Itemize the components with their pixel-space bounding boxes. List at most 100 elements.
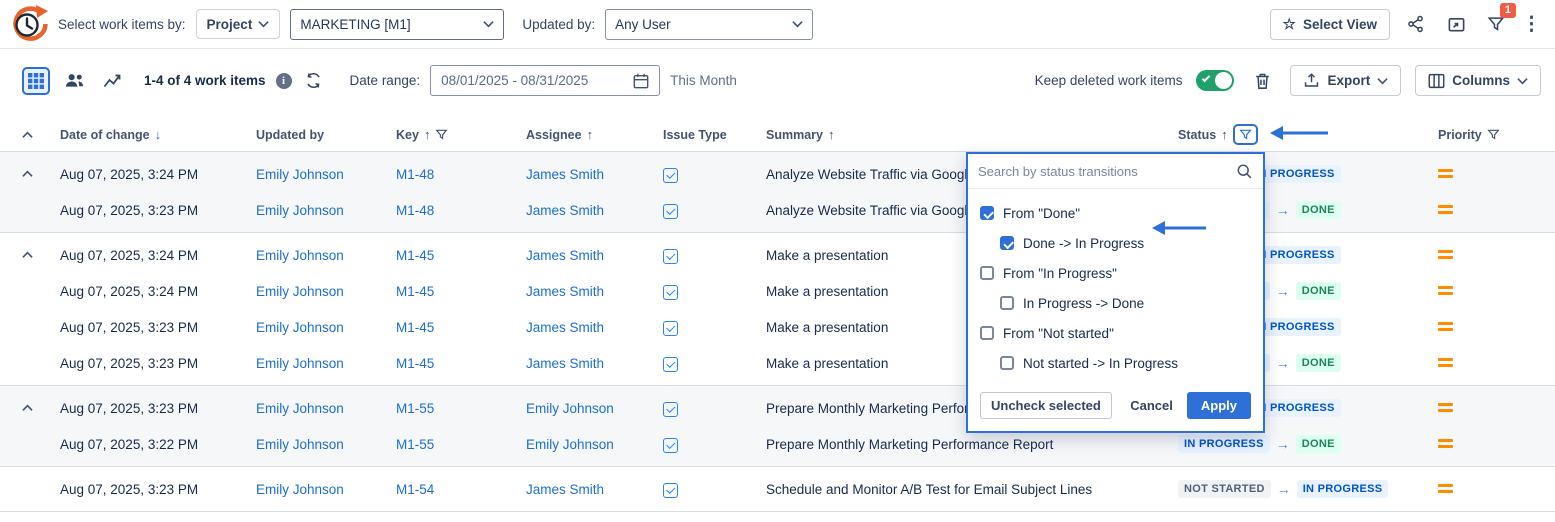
updated-by-link[interactable]: Emily Johnson (256, 167, 396, 182)
work-items-mode-dropdown[interactable]: Project (196, 9, 281, 39)
key-link[interactable]: M1-48 (396, 203, 526, 218)
assignee-link[interactable]: Emily Johnson (526, 437, 663, 452)
assignee-link[interactable]: James Smith (526, 320, 663, 335)
checkbox-icon[interactable] (980, 326, 994, 340)
filter-option-from-inprogress[interactable]: From "In Progress" (980, 258, 1251, 288)
work-item-group: Aug 07, 2025, 3:24 PM Emily Johnson M1-4… (0, 152, 1555, 232)
assignee-link[interactable]: James Smith (526, 284, 663, 299)
sort-asc-icon: ↑ (424, 127, 431, 142)
sort-asc-icon: ↑ (1221, 127, 1228, 142)
column-header-date[interactable]: Date of change ↓ (60, 127, 256, 142)
assignee-link[interactable]: James Smith (526, 203, 663, 218)
filter-option-from-notstarted[interactable]: From "Not started" (980, 318, 1251, 348)
priority-filter-icon[interactable] (1487, 128, 1500, 141)
saved-filters-button[interactable]: 1 (1482, 10, 1510, 38)
sort-asc-icon: ↑ (828, 127, 835, 142)
updated-by-link[interactable]: Emily Johnson (256, 482, 396, 497)
priority-medium-icon (1438, 285, 1453, 296)
select-view-button[interactable]: ☆ Select View (1270, 9, 1391, 40)
assignee-link[interactable]: James Smith (526, 248, 663, 263)
key-link[interactable]: M1-55 (396, 437, 526, 452)
annotation-arrow-status-filter (1268, 125, 1330, 141)
transition-arrow-icon: → (1276, 436, 1290, 452)
issue-type-cell (663, 282, 766, 299)
collapse-all-chevron[interactable] (22, 131, 60, 139)
priority-medium-icon (1438, 402, 1453, 413)
search-icon (1236, 163, 1253, 180)
filter-option-from-done[interactable]: From "Done" (980, 198, 1251, 228)
checkbox-icon[interactable] (1000, 296, 1014, 310)
updated-by-link[interactable]: Emily Johnson (256, 320, 396, 335)
project-select[interactable]: MARKETING [M1] (290, 9, 504, 40)
checkbox-icon[interactable] (980, 206, 994, 220)
status-filter-popup: From "Done" Done -> In Progress From "In… (966, 152, 1265, 433)
date-of-change: Aug 07, 2025, 3:23 PM (60, 482, 256, 497)
search-input[interactable] (978, 164, 1228, 179)
checkbox-icon[interactable] (1000, 236, 1014, 250)
key-link[interactable]: M1-48 (396, 167, 526, 182)
column-header-key[interactable]: Key ↑ (396, 127, 526, 142)
open-report-window-button[interactable] (1442, 10, 1470, 38)
checkbox-icon[interactable] (980, 266, 994, 280)
filter-option-done-to-inprogress[interactable]: Done -> In Progress (980, 228, 1251, 258)
cancel-button[interactable]: Cancel (1130, 398, 1173, 413)
key-link[interactable]: M1-54 (396, 482, 526, 497)
key-link[interactable]: M1-45 (396, 248, 526, 263)
app-logo-icon (8, 4, 48, 44)
column-header-priority[interactable]: Priority (1438, 128, 1555, 142)
assignee-link[interactable]: James Smith (526, 356, 663, 371)
group-collapse-chevron[interactable] (22, 404, 60, 412)
keep-deleted-toggle[interactable] (1196, 70, 1234, 91)
priority-cell (1438, 437, 1555, 452)
key-link[interactable]: M1-45 (396, 320, 526, 335)
filter-option-inprogress-to-done[interactable]: In Progress -> Done (980, 288, 1251, 318)
assignee-link[interactable]: James Smith (526, 482, 663, 497)
updated-by-link[interactable]: Emily Johnson (256, 437, 396, 452)
table-view-button[interactable] (22, 67, 50, 95)
status-filter-icon-active[interactable] (1233, 124, 1258, 145)
refresh-icon[interactable] (302, 67, 326, 95)
apply-button[interactable]: Apply (1187, 392, 1251, 419)
column-header-issue-type[interactable]: Issue Type (663, 128, 766, 142)
updated-by-user-select[interactable]: Any User (605, 9, 813, 40)
checkbox-icon[interactable] (1000, 356, 1014, 370)
task-icon (663, 285, 678, 300)
group-collapse-chevron[interactable] (22, 251, 60, 259)
chart-view-button[interactable] (98, 67, 126, 95)
sort-asc-icon: ↑ (587, 127, 594, 142)
column-header-assignee[interactable]: Assignee ↑ (526, 127, 663, 142)
info-icon[interactable]: i (276, 73, 292, 89)
issue-type-cell (663, 246, 766, 263)
sort-desc-icon: ↓ (155, 127, 162, 142)
column-header-updated-by[interactable]: Updated by (256, 128, 396, 142)
priority-cell (1438, 482, 1555, 497)
task-icon (663, 402, 678, 417)
more-menu-button[interactable]: ⋮ (1522, 13, 1541, 36)
assignee-link[interactable]: Emily Johnson (526, 401, 663, 416)
uncheck-selected-button[interactable]: Uncheck selected (980, 392, 1112, 419)
filter-option-notstarted-to-inprogress[interactable]: Not started -> In Progress (980, 348, 1251, 378)
group-collapse-chevron[interactable] (22, 170, 60, 178)
assignee-link[interactable]: James Smith (526, 167, 663, 182)
updated-by-link[interactable]: Emily Johnson (256, 401, 396, 416)
updated-by-link[interactable]: Emily Johnson (256, 356, 396, 371)
status-transition: NOT STARTED → IN PROGRESS (1178, 480, 1438, 498)
updated-by-link[interactable]: Emily Johnson (256, 248, 396, 263)
key-link[interactable]: M1-55 (396, 401, 526, 416)
key-filter-icon[interactable] (435, 128, 448, 141)
trash-icon[interactable] (1248, 67, 1276, 95)
updated-by-link[interactable]: Emily Johnson (256, 203, 396, 218)
column-header-summary[interactable]: Summary ↑ (766, 127, 1178, 142)
export-button[interactable]: Export (1290, 65, 1401, 96)
date-range-input[interactable]: 08/01/2025 - 08/31/2025 (430, 65, 660, 96)
share-button[interactable] (1402, 10, 1430, 38)
columns-button[interactable]: Columns (1415, 65, 1541, 96)
status-from-pill: IN PROGRESS (1178, 435, 1270, 453)
period-label: This Month (670, 73, 737, 88)
updated-by-link[interactable]: Emily Johnson (256, 284, 396, 299)
people-view-button[interactable] (60, 67, 88, 95)
key-link[interactable]: M1-45 (396, 356, 526, 371)
key-link[interactable]: M1-45 (396, 284, 526, 299)
task-icon (663, 483, 678, 498)
summary-text: Schedule and Monitor A/B Test for Email … (766, 482, 1178, 497)
